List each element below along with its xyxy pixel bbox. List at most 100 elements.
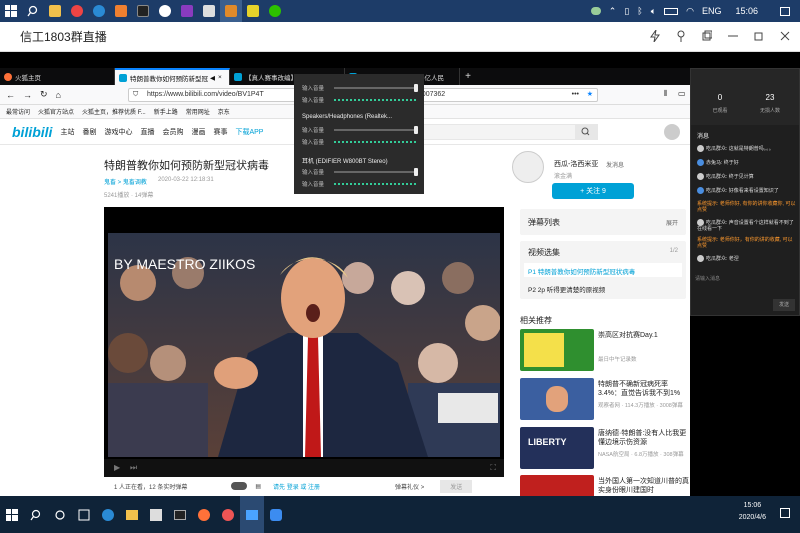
bluetooth-icon[interactable]: ᛒ [637,6,642,16]
bilibili-logo[interactable]: bilibili [12,124,52,140]
windows-start-icon[interactable] [0,0,22,22]
lightning-icon[interactable] [650,30,660,42]
more-icon[interactable]: ••• [572,89,579,101]
app-active-icon[interactable] [220,0,242,22]
nav-games[interactable]: 游戏中心 [104,127,132,137]
avatar[interactable] [664,124,680,140]
app-orange-icon[interactable] [216,496,240,533]
related-item[interactable]: LIBERTY 唐纳德·特朗普:没有人比我更懂边境示伤资源 NASA航空局 · … [520,427,690,471]
volume-track[interactable] [334,87,418,89]
usb-icon[interactable]: ▯ [624,6,629,17]
expand-link[interactable]: 展开 [666,218,678,227]
store-icon[interactable] [144,496,168,533]
tab-close-icon[interactable]: × [218,74,222,81]
related-item[interactable]: 当外国人第一次知道川普的真实身份眼川建国时 [520,475,690,496]
nav-live[interactable]: 直播 [140,127,154,137]
forward-icon[interactable]: → [23,90,32,100]
volume-row[interactable]: 输入音量 [302,168,420,176]
language-indicator[interactable]: ENG [702,6,722,16]
edge-icon[interactable] [96,496,120,533]
next-icon[interactable]: ⏭ [130,463,137,473]
copy-icon[interactable] [702,30,712,42]
taskbar-clock[interactable]: 15:06 2020/4/6 [739,500,766,524]
episode-item-active[interactable]: P1 特朗普教你如何预防新型冠状病毒 [524,263,682,277]
tab-trump-video[interactable]: 特朗普教你如何预防新型冠 ◀ × [115,68,230,85]
edge-icon[interactable] [88,0,110,22]
app-icon[interactable] [198,0,220,22]
related-item[interactable]: 崇高区对抗赛Day.1 最日中午记录数 [520,329,690,373]
cloud-icon[interactable] [154,0,176,22]
bookmark-item[interactable]: 京东 [218,107,230,116]
bookmark-item[interactable]: 新手上路 [154,107,178,116]
close-icon[interactable] [780,30,790,42]
terminal-icon[interactable] [168,496,192,533]
speaker-icon[interactable]: ◀ [210,74,215,82]
play-icon[interactable]: ▶ [114,463,120,472]
related-item[interactable]: 特朗普不确新冠病死率3.4%：直觉告诉我不到1% 观察者网 · 114.3万播放… [520,378,690,422]
chrome-icon[interactable] [66,0,88,22]
onenote-icon[interactable] [176,0,198,22]
search-icon[interactable] [24,496,48,533]
bookmark-item[interactable]: 火狐主页，推荐优质 F... [82,107,146,116]
library-icon[interactable]: ⫴ [664,89,667,99]
volume-row[interactable]: 输入音量 [302,84,420,92]
nav-mall[interactable]: 会员购 [162,127,183,137]
volume-row[interactable]: 输入音量 [302,96,420,104]
back-icon[interactable]: ← [6,90,15,100]
search-input[interactable] [418,124,598,140]
fullscreen-icon[interactable]: ⛶ [490,463,496,473]
volume-track[interactable] [334,171,418,173]
wifi-icon[interactable]: ◠ [686,6,694,17]
bookmark-star-icon[interactable]: ★ [587,89,593,101]
bookmark-item[interactable]: 常用网址 [186,107,210,116]
file-explorer-icon[interactable] [44,0,66,22]
windows-start-icon[interactable] [0,496,24,533]
feishu-icon[interactable] [264,496,288,533]
yellow-app-icon[interactable] [242,0,264,22]
uploader-name[interactable]: 西瓜-洛西米亚 [554,159,598,169]
danmaku-list-panel[interactable]: 弹幕列表 展开 [520,209,686,235]
video-frame[interactable]: BY MAESTRO ZIIKOS [108,233,500,457]
send-danmaku-button[interactable]: 发送 [440,479,473,493]
notification-icon[interactable] [780,508,790,518]
stream-app-icon[interactable] [240,496,264,533]
follow-button[interactable]: + 关注 9 [552,183,634,199]
volume-track[interactable] [334,129,418,131]
terminal-icon[interactable] [132,0,154,22]
task-view-icon[interactable] [48,496,72,533]
volume-knob[interactable] [414,168,418,176]
chat-send-button[interactable]: 发送 [773,299,795,311]
volume-knob[interactable] [414,84,418,92]
file-explorer-icon[interactable] [120,496,144,533]
wechat-tray-icon[interactable] [590,7,601,15]
bookmark-item[interactable]: 火狐官方站点 [38,107,74,116]
battery-icon[interactable] [664,7,679,15]
danmaku-toggle[interactable] [231,482,248,490]
chat-input[interactable]: 请输入消息 [695,275,795,287]
volume-row[interactable]: 输入音量 [302,138,420,146]
chevron-up-icon[interactable]: ⌃ [609,6,617,17]
nav-manga[interactable]: 漫画 [191,127,205,137]
bookmark-item[interactable]: 最常访问 [6,107,30,116]
danmaku-etiquette[interactable]: 弹幕礼仪 > [395,482,424,491]
breadcrumb[interactable]: 鬼畜 > 鬼畜调教 [104,177,147,186]
restore-icon[interactable] [754,30,764,42]
nav-download-app[interactable]: 下载APP [235,127,263,137]
sublime-icon[interactable] [110,0,132,22]
nav-esports[interactable]: 赛事 [213,127,227,137]
volume-row[interactable]: 输入音量 [302,126,420,134]
pin-icon[interactable] [676,30,686,42]
episode-item[interactable]: P2 2p 听得更清楚的原视频 [524,281,682,295]
send-message-link[interactable]: 发消息 [606,160,624,169]
search-button[interactable] [575,125,597,139]
danmaku-login-hint[interactable]: 请先 登录 或 注册 [273,482,373,491]
firefox-icon[interactable] [192,496,216,533]
minimize-icon[interactable] [728,30,738,42]
reload-icon[interactable]: ↻ [40,89,48,100]
windows-security-icon[interactable] [72,496,96,533]
volume-icon[interactable]: 🔈︎ [651,6,656,17]
search-icon[interactable] [22,0,44,22]
new-tab-button[interactable]: + [460,68,476,85]
home-icon[interactable]: ⌂ [56,90,61,100]
nav-main[interactable]: 主站 [60,127,74,137]
